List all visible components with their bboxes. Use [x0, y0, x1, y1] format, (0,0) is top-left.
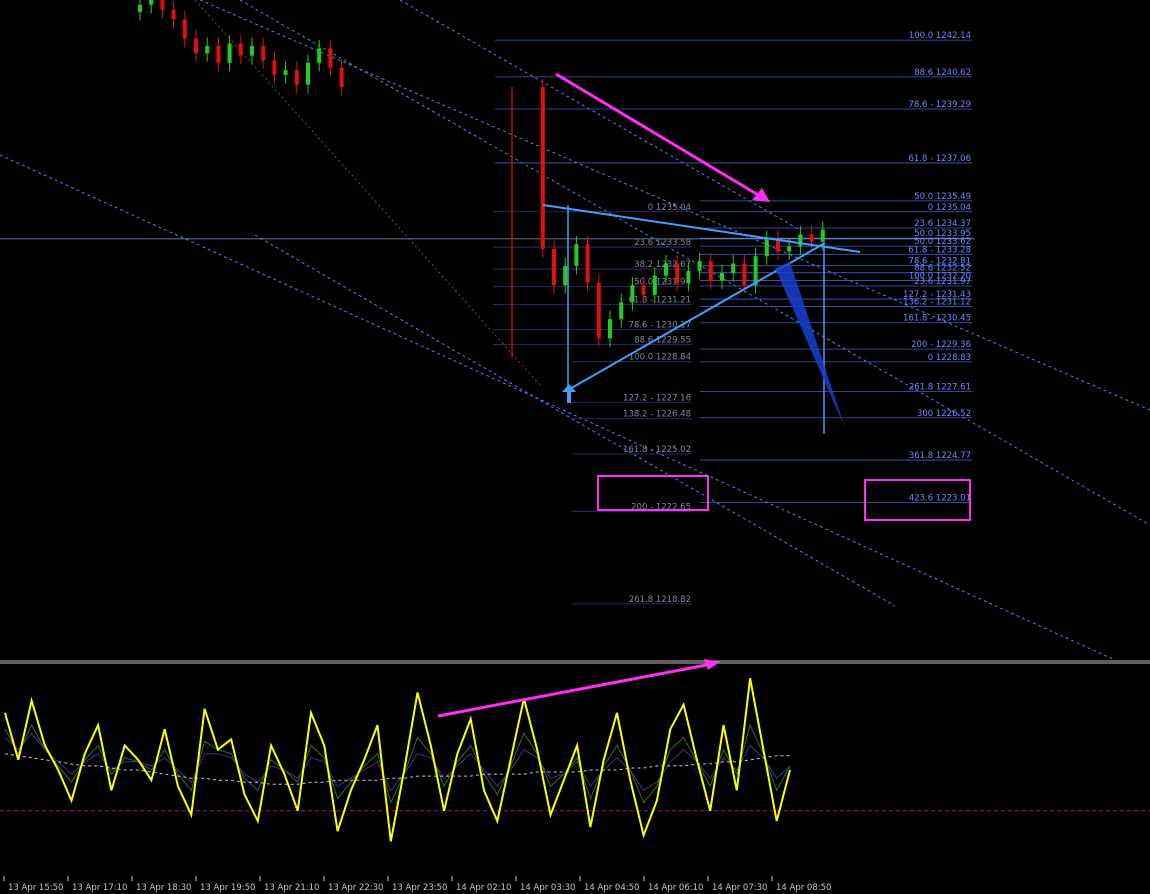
candle-body-2	[160, 0, 165, 10]
candle-body-17	[328, 48, 333, 68]
candle-body-12	[272, 60, 277, 75]
time-label-4: 13 Apr 21:10	[264, 883, 319, 893]
time-label-9: 14 Apr 04:50	[584, 883, 639, 893]
inner-fib-label-9: 138.2 - 1226.48	[623, 410, 691, 420]
candle-body-31	[675, 263, 680, 283]
inner-fib-label-1: 23.6 1233.58	[634, 238, 691, 248]
candle-body-13	[283, 70, 288, 75]
trading-chart[interactable]: 100.0 1242.14 88.6 1240.62 78.6 - 1239.29 6…	[0, 0, 1150, 894]
fib-level-label-19: 261.8 1227.61	[909, 382, 971, 392]
candle-body-24	[596, 282, 601, 339]
candle-body-3	[171, 9, 176, 20]
candle-body-44	[820, 229, 825, 242]
candle-body-5	[194, 38, 198, 54]
candle-body-27	[630, 285, 635, 303]
time-label-1: 13 Apr 17:10	[72, 883, 127, 893]
inner-fib-label-4: 61.8 - 1231.21	[628, 295, 691, 305]
fib-level-label-3: 61.8 - 1237.06	[908, 154, 971, 164]
fib-level-label-0: 100.0 1242.14	[909, 31, 971, 41]
candle-body-39	[764, 239, 769, 257]
time-label-12: 14 Apr 08:50	[776, 883, 831, 893]
time-label-8: 14 Apr 03:30	[520, 883, 575, 893]
inner-fib-label-10: 161.8 - 1225.02	[623, 445, 691, 455]
fib-level-label-2: 78.6 - 1239.29	[908, 100, 971, 110]
inner-fib-label-0: 0 1235.04	[648, 203, 691, 213]
time-label-0: 13 Apr 15:50	[8, 883, 63, 893]
candle-body-9	[238, 43, 243, 56]
candle-body-42	[798, 234, 803, 247]
candle-body-16	[317, 48, 322, 63]
fib-level-label-17: 200 - 1229.36	[911, 340, 971, 350]
candle-body-34	[708, 261, 713, 281]
candle-body-28	[641, 285, 646, 295]
inner-fib-label-2: 38.2 1232.67	[634, 260, 691, 270]
candle-body-14	[294, 70, 299, 85]
candle-body-36	[731, 263, 736, 274]
inner-fib-label-8: 127.2 - 1227.16	[623, 393, 691, 403]
candle-body-11	[261, 45, 266, 61]
fib-level-label-18: 0 1228.83	[928, 353, 971, 363]
time-label-5: 13 Apr 22:30	[328, 883, 383, 893]
time-label-11: 14 Apr 07:30	[712, 883, 767, 893]
fib-level-label-22: 423.6 1223.01	[909, 494, 971, 504]
candle-body-37	[742, 263, 747, 286]
candle-body-23	[585, 244, 590, 283]
candle-body-25	[608, 319, 612, 339]
fib-level-label-13: 23.6 1231.97	[914, 277, 971, 287]
inner-fib-label-12: 261.8 1218.82	[629, 595, 691, 605]
fib-level-label-21: 361.8 1224.77	[909, 451, 971, 461]
candle-body-21	[563, 265, 568, 286]
time-label-10: 14 Apr 06:10	[648, 883, 703, 893]
candle-body-43	[809, 234, 814, 242]
candle-body-10	[250, 45, 254, 56]
candle-body-33	[697, 261, 702, 271]
candle-body-29	[652, 275, 657, 295]
time-label-2: 13 Apr 18:30	[136, 883, 191, 893]
candle-body-7	[216, 45, 221, 63]
time-label-3: 13 Apr 19:50	[200, 883, 255, 893]
candle-body-0	[138, 4, 142, 13]
fib-level-label-1: 88.6 1240.62	[914, 68, 971, 78]
candle-body-35	[720, 273, 724, 281]
candle-body-1	[149, 0, 154, 5]
candle-body-18	[339, 67, 344, 88]
fib-level-label-15: 136.2 - 1231.12	[903, 298, 971, 308]
time-label-6: 13 Apr 23:50	[392, 883, 447, 893]
candle-body-20	[552, 249, 556, 286]
candle-body-4	[182, 19, 187, 39]
time-label-7: 14 Apr 02:10	[456, 883, 511, 893]
inner-fib-label-7: 100.0 1228.84	[629, 353, 691, 363]
candle-body-6	[205, 45, 210, 54]
candle-body-19	[540, 87, 545, 250]
fib-level-label-4: 50.0 1235.49	[914, 192, 971, 202]
candle-body-30	[664, 263, 668, 276]
fib-level-label-6: 23.6 1234.37	[914, 219, 971, 229]
fib-level-label-16: 161.8 - 1230.45	[903, 314, 971, 324]
candle-body-40	[776, 239, 780, 252]
candle-body-26	[619, 302, 624, 320]
candle-body-22	[574, 244, 579, 266]
candle-body-41	[787, 246, 792, 252]
fib-level-label-20: 300 1226.52	[917, 409, 971, 419]
fib-level-label-9: 61.8 - 1233.28	[908, 245, 971, 255]
candle-body-15	[306, 62, 310, 85]
candle-body-8	[227, 43, 232, 63]
candle-body-32	[686, 270, 691, 283]
fib-level-label-5: 0 1235.04	[928, 203, 971, 213]
